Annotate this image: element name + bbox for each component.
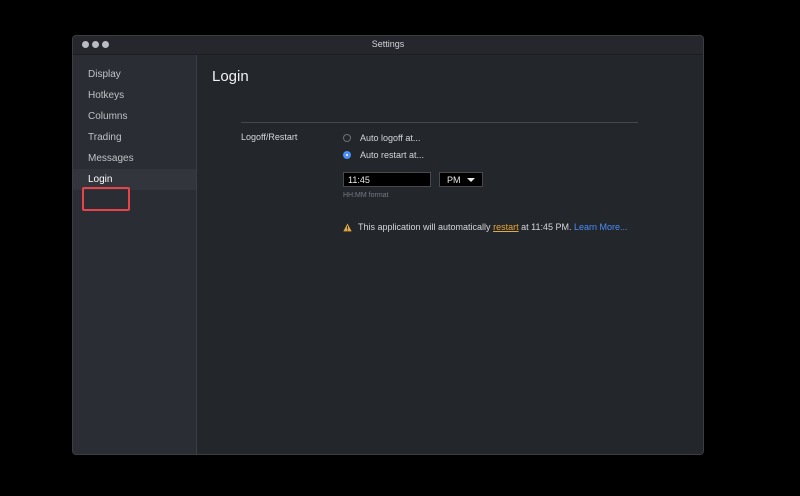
restart-time-input[interactable] — [343, 172, 431, 187]
time-format-hint: HH:MM format — [343, 192, 389, 199]
auto-logoff-radio[interactable] — [343, 134, 351, 142]
sidebar-item-hotkeys[interactable]: Hotkeys — [73, 85, 196, 106]
auto-logoff-label: Auto logoff at... — [360, 133, 421, 143]
chevron-down-icon — [467, 178, 475, 182]
settings-window: Settings Display Hotkeys Columns Trading… — [72, 35, 704, 455]
titlebar: Settings — [73, 36, 703, 55]
restart-notice: This application will automatically rest… — [343, 222, 628, 232]
divider — [241, 122, 638, 123]
sidebar-item-messages[interactable]: Messages — [73, 148, 196, 169]
settings-sidebar: Display Hotkeys Columns Trading Messages… — [73, 55, 197, 454]
learn-more-link[interactable]: Learn More... — [574, 222, 628, 232]
restart-link[interactable]: restart — [493, 222, 519, 232]
option-auto-logoff[interactable]: Auto logoff at... — [343, 133, 420, 143]
sidebar-item-columns[interactable]: Columns — [73, 106, 196, 127]
ampm-select[interactable]: PM — [439, 172, 483, 187]
auto-restart-label: Auto restart at... — [360, 150, 425, 160]
notice-text-suffix: at 11:45 PM. — [521, 222, 572, 232]
ampm-value: PM — [447, 175, 461, 185]
auto-restart-radio[interactable] — [343, 151, 351, 159]
notice-text-prefix: This application will automatically — [358, 222, 491, 232]
warning-icon — [343, 222, 352, 231]
page-title: Login — [212, 68, 249, 85]
main-content: Login Logoff/Restart Auto logoff at... A… — [197, 55, 703, 454]
sidebar-item-display[interactable]: Display — [73, 64, 196, 85]
option-auto-restart[interactable]: Auto restart at... — [343, 150, 424, 160]
window-title: Settings — [371, 39, 405, 49]
selection-highlight — [82, 187, 130, 211]
section-label-logoff-restart: Logoff/Restart — [241, 132, 298, 142]
sidebar-item-trading[interactable]: Trading — [73, 127, 196, 148]
